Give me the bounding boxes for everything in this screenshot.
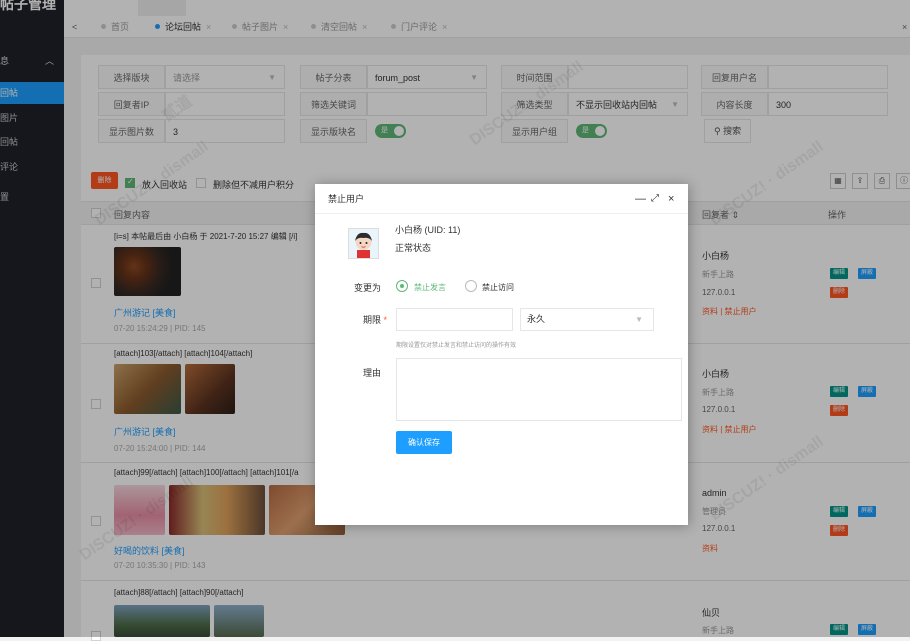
required-mark: *	[380, 315, 387, 325]
ban-user-dialog: 禁止用户 — ⤢ × 小白杨 (UID: 11) 正常状态 变更为 禁止发言 禁…	[315, 184, 688, 525]
close-icon[interactable]: ×	[668, 184, 674, 214]
reason-textarea[interactable]	[396, 358, 682, 421]
reason-label: 理由	[362, 368, 381, 378]
period-select[interactable]: 永久 ▼	[520, 308, 654, 331]
ban-post-label: 禁止发言	[414, 283, 446, 292]
user-line: 小白杨 (UID: 11)	[395, 225, 461, 235]
ban-visit-label: 禁止访问	[482, 283, 514, 292]
user-status: 正常状态	[395, 243, 432, 253]
ban-visit-radio[interactable]	[465, 280, 477, 292]
minimize-icon[interactable]: —	[635, 184, 646, 214]
dialog-header: 禁止用户 — ⤢ ×	[315, 184, 688, 214]
period-input[interactable]	[396, 308, 513, 331]
period-hint: 期限设置仅对禁止发言和禁止访问的操作有效	[396, 343, 517, 349]
avatar	[348, 228, 379, 259]
confirm-save-button[interactable]: 确认保存	[396, 431, 452, 454]
caret-down-icon: ▼	[635, 315, 643, 324]
period-label: 期限 *	[355, 313, 387, 326]
dialog-title: 禁止用户	[328, 194, 365, 204]
maximize-icon[interactable]: ⤢	[651, 184, 659, 214]
period-label-text: 期限	[362, 315, 381, 325]
ban-post-radio[interactable]	[396, 280, 408, 292]
change-label: 变更为	[354, 283, 382, 293]
period-value: 永久	[527, 314, 546, 324]
